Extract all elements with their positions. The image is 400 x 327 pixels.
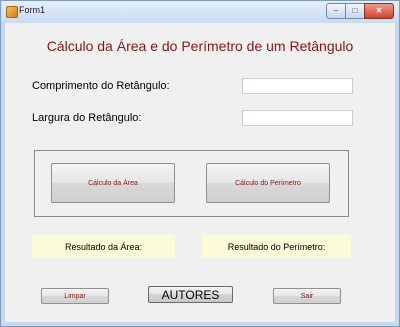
minimize-button[interactable]: – [326,3,346,19]
title-bar[interactable]: Form1 – □ ✕ [1,1,399,23]
authors-button[interactable]: AUTORES [148,286,233,303]
app-window: Form1 – □ ✕ Cálculo da Área e do Perímet… [0,0,400,327]
clear-button[interactable]: Limpar [41,288,109,304]
perimeter-result-label: Resultado do Perímetro: [202,235,351,258]
area-result-label: Resultado da Área: [32,235,175,258]
window-title: Form1 [19,5,46,15]
length-label: Comprimento do Retângulo: [32,80,170,92]
form-app-icon [6,6,18,18]
form-client-area: Cálculo da Área e do Perímetro de um Ret… [5,23,395,322]
perimeter-calculate-button[interactable]: Cálculo do Perímetro [206,163,330,203]
length-input[interactable] [242,78,353,94]
close-button[interactable]: ✕ [364,3,394,19]
window-controls: – □ ✕ [326,3,394,19]
area-calculate-button[interactable]: Cálculo da Área [51,163,175,203]
maximize-button[interactable]: □ [345,3,365,19]
exit-button[interactable]: Sair [273,288,341,304]
width-label: Largura do Retângulo: [32,112,142,124]
page-title: Cálculo da Área e do Perímetro de um Ret… [46,38,354,54]
width-input[interactable] [242,110,353,126]
